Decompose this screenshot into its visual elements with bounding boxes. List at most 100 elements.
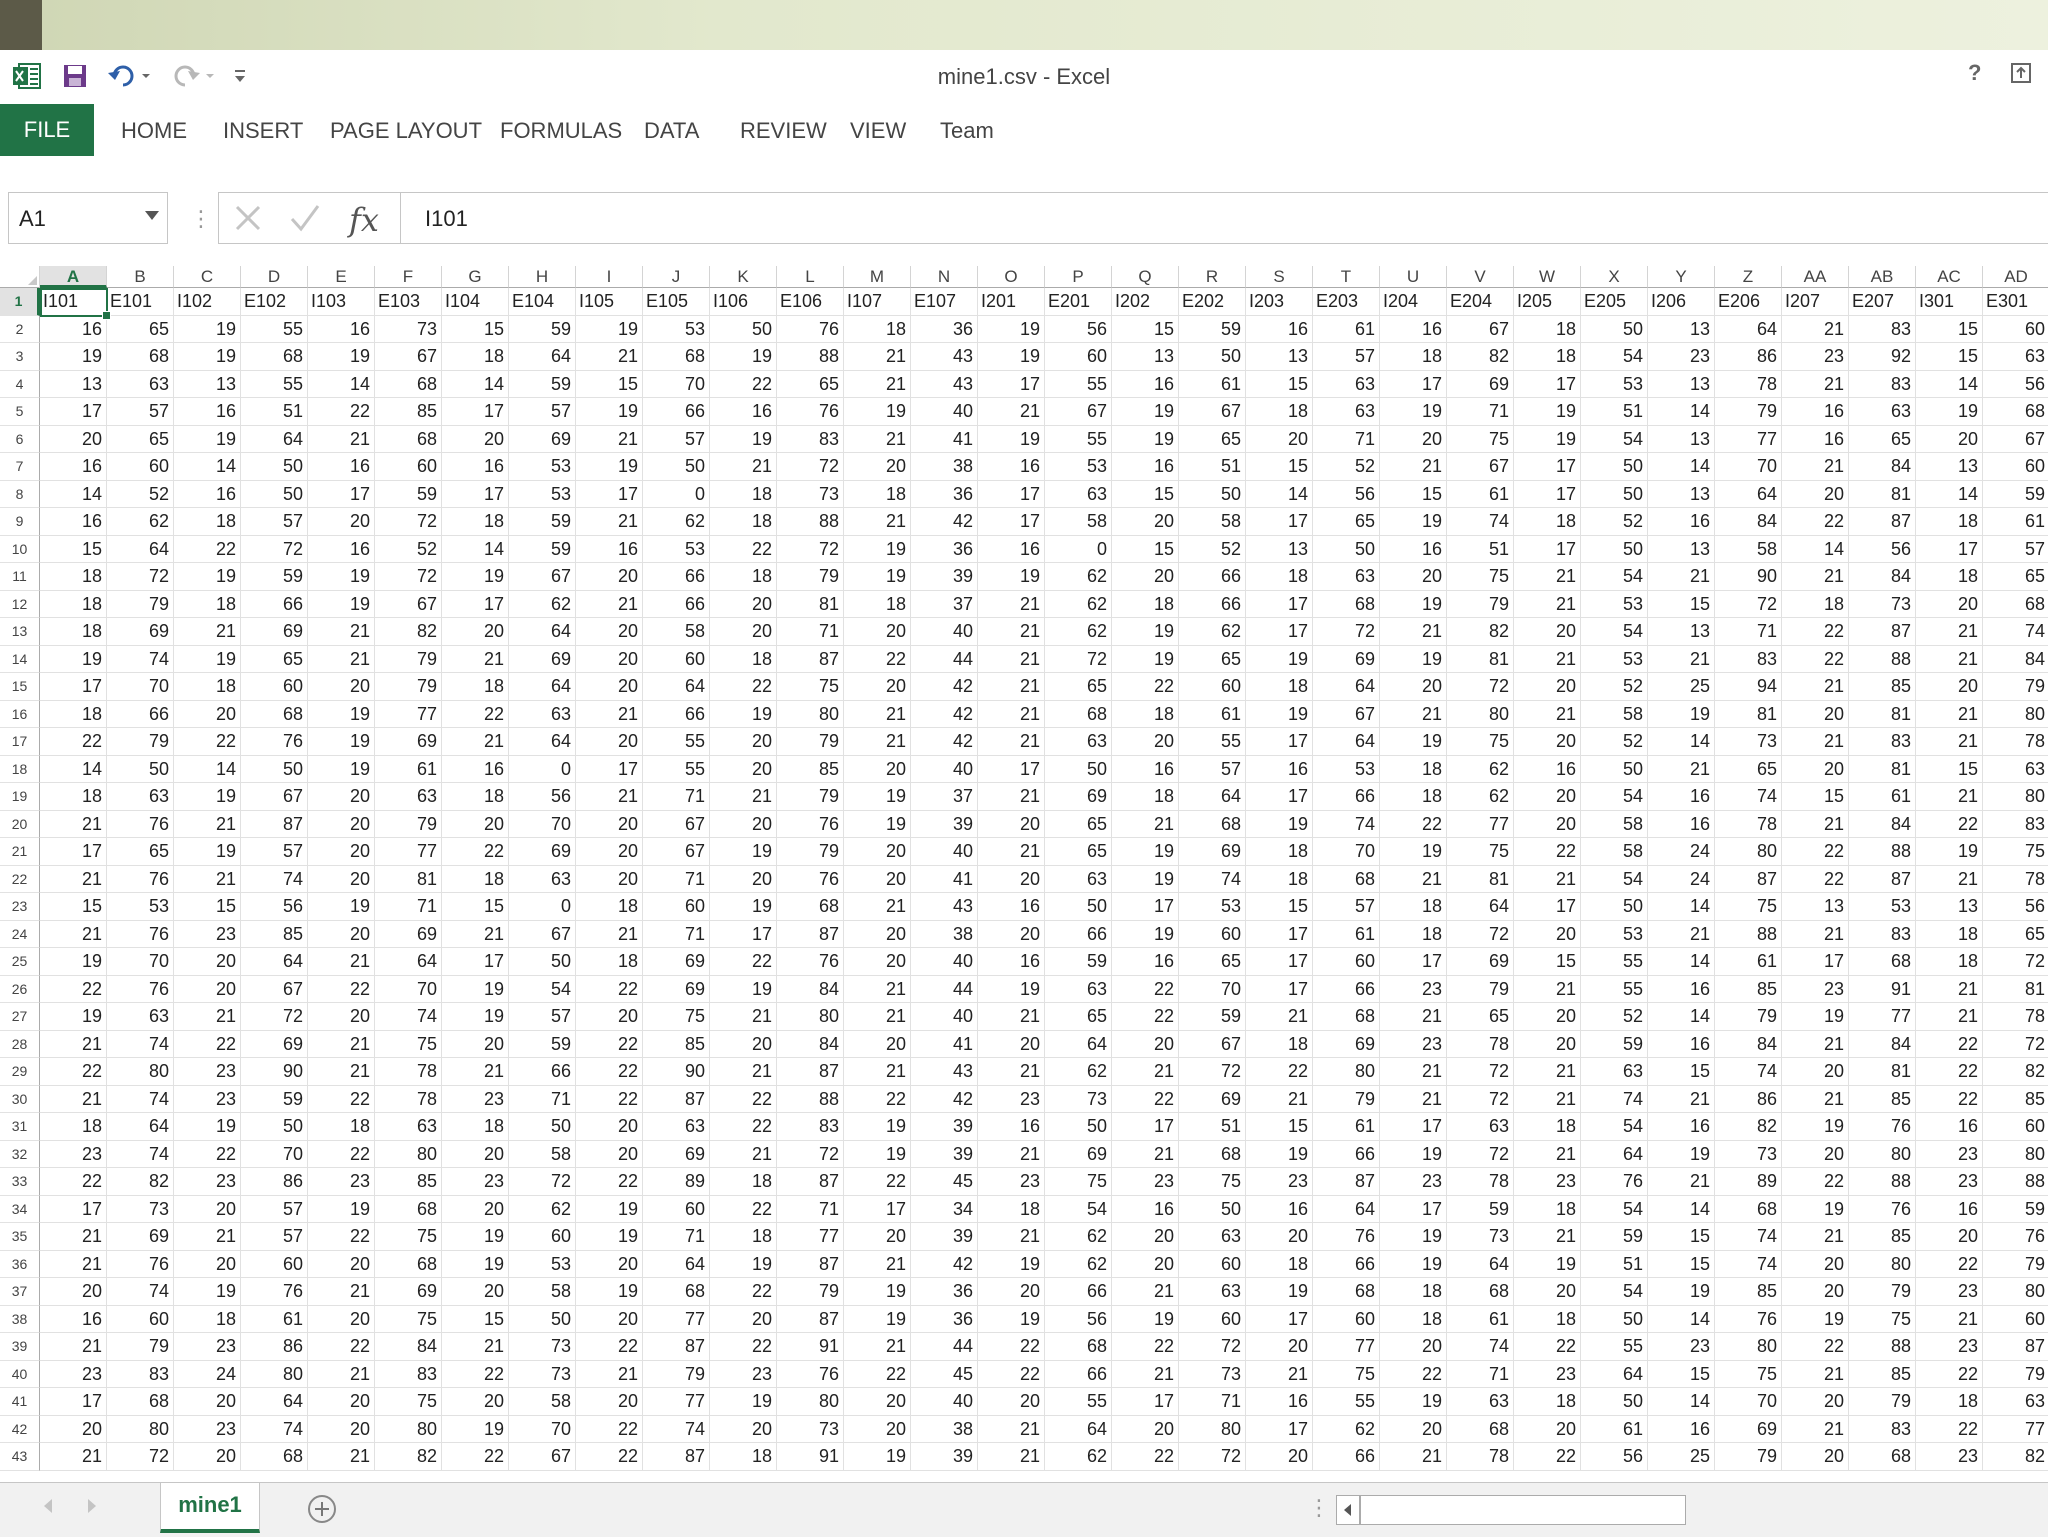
cell-z7[interactable]: 70	[1715, 453, 1782, 481]
cell-w22[interactable]: 21	[1514, 865, 1581, 893]
cell-g26[interactable]: 19	[442, 975, 509, 1003]
cell-e12[interactable]: 19	[308, 590, 375, 618]
row-header-21[interactable]: 21	[0, 838, 40, 866]
cell-x3[interactable]: 54	[1581, 343, 1648, 371]
cell-t17[interactable]: 64	[1313, 728, 1380, 756]
cell-k25[interactable]: 22	[710, 948, 777, 976]
cell-t30[interactable]: 79	[1313, 1085, 1380, 1113]
cell-o33[interactable]: 23	[978, 1168, 1045, 1196]
row-header-15[interactable]: 15	[0, 673, 40, 701]
cell-f15[interactable]: 79	[375, 673, 442, 701]
cell-l42[interactable]: 73	[777, 1415, 844, 1443]
cell-s24[interactable]: 17	[1246, 920, 1313, 948]
enter-icon[interactable]	[289, 203, 321, 238]
cell-e26[interactable]: 22	[308, 975, 375, 1003]
cell-x5[interactable]: 51	[1581, 398, 1648, 426]
cell-ad27[interactable]: 78	[1983, 1003, 2048, 1031]
cell-c10[interactable]: 22	[174, 535, 241, 563]
cell-r14[interactable]: 65	[1179, 645, 1246, 673]
cell-ab13[interactable]: 87	[1849, 618, 1916, 646]
cell-w14[interactable]: 21	[1514, 645, 1581, 673]
cell-v1[interactable]: E204	[1447, 288, 1514, 316]
cell-g29[interactable]: 21	[442, 1058, 509, 1086]
cell-k18[interactable]: 20	[710, 755, 777, 783]
cell-ad8[interactable]: 59	[1983, 481, 2048, 508]
cell-ab12[interactable]: 73	[1849, 590, 1916, 618]
cell-y18[interactable]: 21	[1648, 755, 1715, 783]
cell-ab35[interactable]: 85	[1849, 1223, 1916, 1251]
cell-d10[interactable]: 72	[241, 535, 308, 563]
cell-d34[interactable]: 57	[241, 1195, 308, 1223]
cell-y37[interactable]: 19	[1648, 1278, 1715, 1306]
cell-p24[interactable]: 66	[1045, 920, 1112, 948]
cell-z35[interactable]: 74	[1715, 1223, 1782, 1251]
cell-a23[interactable]: 15	[40, 893, 107, 921]
cell-e8[interactable]: 17	[308, 480, 375, 508]
cell-h21[interactable]: 69	[509, 838, 576, 866]
cell-b42[interactable]: 80	[107, 1415, 174, 1443]
cell-g9[interactable]: 18	[442, 508, 509, 536]
cell-e30[interactable]: 22	[308, 1085, 375, 1113]
cell-q27[interactable]: 22	[1112, 1003, 1179, 1031]
cell-j36[interactable]: 64	[643, 1250, 710, 1278]
cell-h6[interactable]: 69	[509, 425, 576, 453]
cell-r30[interactable]: 69	[1179, 1085, 1246, 1113]
cell-c3[interactable]: 19	[174, 343, 241, 371]
cell-c11[interactable]: 19	[174, 563, 241, 591]
cell-z15[interactable]: 94	[1715, 673, 1782, 701]
cell-c28[interactable]: 22	[174, 1030, 241, 1058]
cell-p20[interactable]: 65	[1045, 810, 1112, 838]
cell-h33[interactable]: 72	[509, 1168, 576, 1196]
cell-n36[interactable]: 42	[911, 1250, 978, 1278]
cell-c39[interactable]: 23	[174, 1333, 241, 1361]
cell-a36[interactable]: 21	[40, 1250, 107, 1278]
cell-f37[interactable]: 69	[375, 1278, 442, 1306]
cell-j12[interactable]: 66	[643, 590, 710, 618]
row-header-22[interactable]: 22	[0, 865, 40, 893]
cell-z9[interactable]: 84	[1715, 508, 1782, 536]
cell-c38[interactable]: 18	[174, 1305, 241, 1333]
cell-q2[interactable]: 15	[1112, 315, 1179, 343]
cell-r23[interactable]: 53	[1179, 893, 1246, 921]
cell-o43[interactable]: 21	[978, 1443, 1045, 1471]
cell-ad29[interactable]: 82	[1983, 1058, 2048, 1086]
cell-o13[interactable]: 21	[978, 618, 1045, 646]
cell-s3[interactable]: 13	[1246, 343, 1313, 371]
cell-v32[interactable]: 72	[1447, 1140, 1514, 1168]
cell-a14[interactable]: 19	[40, 645, 107, 673]
cell-b25[interactable]: 70	[107, 948, 174, 976]
cell-w25[interactable]: 15	[1514, 948, 1581, 976]
cell-b37[interactable]: 74	[107, 1278, 174, 1306]
cell-l29[interactable]: 87	[777, 1058, 844, 1086]
cell-l21[interactable]: 79	[777, 838, 844, 866]
column-header-b[interactable]: B	[107, 266, 174, 288]
cell-v34[interactable]: 59	[1447, 1195, 1514, 1223]
cell-h14[interactable]: 69	[509, 645, 576, 673]
cell-x33[interactable]: 76	[1581, 1168, 1648, 1196]
cell-i41[interactable]: 20	[576, 1388, 643, 1416]
cell-n6[interactable]: 41	[911, 425, 978, 453]
cell-u35[interactable]: 19	[1380, 1223, 1447, 1251]
cell-u2[interactable]: 16	[1380, 315, 1447, 343]
cell-s11[interactable]: 18	[1246, 563, 1313, 591]
cell-b38[interactable]: 60	[107, 1305, 174, 1333]
cell-x26[interactable]: 55	[1581, 975, 1648, 1003]
cell-f22[interactable]: 81	[375, 865, 442, 893]
cell-w10[interactable]: 17	[1514, 535, 1581, 563]
cell-m1[interactable]: I107	[844, 288, 911, 316]
cell-h39[interactable]: 73	[509, 1333, 576, 1361]
cell-y11[interactable]: 21	[1648, 563, 1715, 591]
cell-y16[interactable]: 19	[1648, 700, 1715, 728]
cell-d19[interactable]: 67	[241, 783, 308, 811]
cell-v15[interactable]: 72	[1447, 673, 1514, 701]
cell-z18[interactable]: 65	[1715, 755, 1782, 783]
cell-d41[interactable]: 64	[241, 1388, 308, 1416]
cell-m18[interactable]: 20	[844, 755, 911, 783]
cell-c6[interactable]: 19	[174, 425, 241, 453]
cell-c19[interactable]: 19	[174, 783, 241, 811]
cell-y39[interactable]: 23	[1648, 1333, 1715, 1361]
cell-c12[interactable]: 18	[174, 590, 241, 618]
cell-aa14[interactable]: 22	[1782, 645, 1849, 673]
cell-t36[interactable]: 66	[1313, 1250, 1380, 1278]
cell-y34[interactable]: 14	[1648, 1195, 1715, 1223]
